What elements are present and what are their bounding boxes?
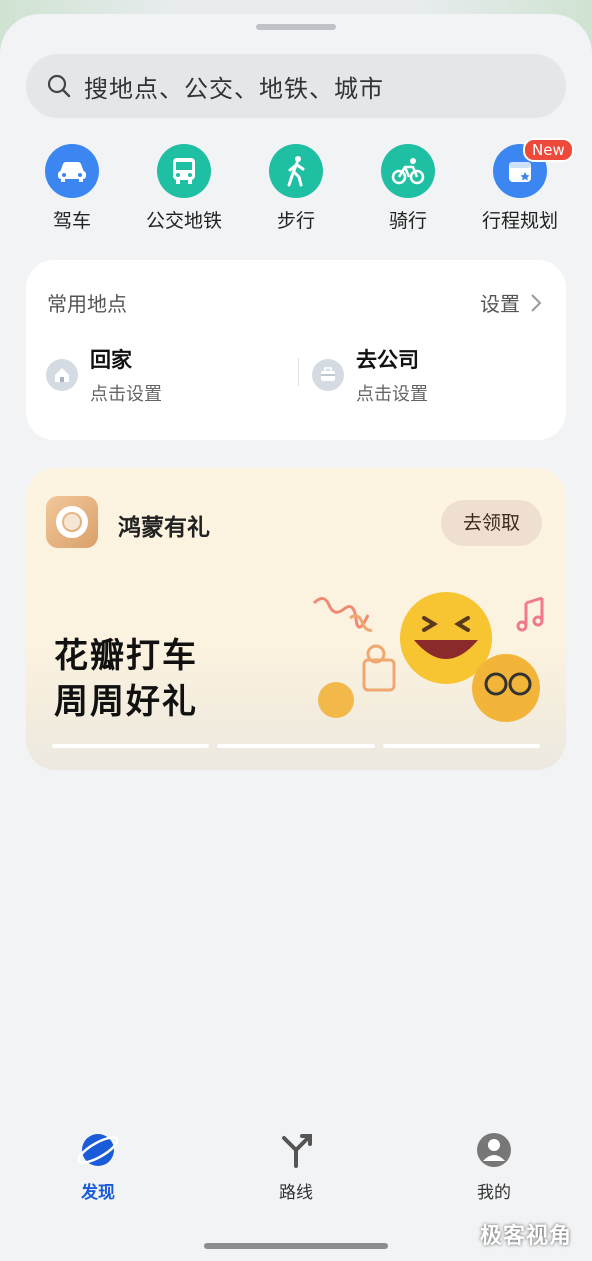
search-placeholder: 搜地点、公交、地铁、城市 [84, 74, 384, 103]
tab-label: 我的 [477, 1183, 511, 1203]
frequent-places-card: 常用地点 设置 回家 点击设置 去公司 点击设置 [26, 260, 566, 440]
bike-icon [381, 144, 435, 198]
harmony-gift-logo [46, 496, 98, 548]
tab-mine[interactable]: 我的 [434, 1130, 554, 1203]
home-indicator[interactable] [204, 1243, 388, 1249]
search-bar[interactable]: 搜地点、公交、地铁、城市 [26, 54, 566, 118]
quick-action-label: 公交地铁 [145, 210, 222, 232]
tab-route[interactable]: 路线 [236, 1130, 356, 1203]
tab-label: 发现 [81, 1183, 115, 1203]
quick-action-bike[interactable]: 骑行 [352, 144, 464, 233]
sheet-grabber[interactable] [256, 24, 336, 30]
new-badge: New [523, 138, 574, 162]
frequent-places-title: 常用地点 [47, 292, 127, 316]
place-home[interactable]: 回家 点击设置 [46, 344, 162, 406]
quick-action-drive[interactable]: 驾车 [16, 144, 128, 233]
places-setting-label: 设置 [480, 292, 520, 316]
place-work-sub: 点击设置 [356, 384, 428, 405]
briefcase-icon [312, 359, 344, 391]
quick-action-trip-plan[interactable]: New 行程规划 [464, 138, 576, 233]
quick-action-label: 步行 [276, 210, 315, 232]
emoji-illustration [312, 592, 544, 722]
quick-action-label: 驾车 [52, 210, 91, 232]
places-setting-link[interactable]: 设置 [480, 288, 542, 317]
place-work-name: 去公司 [356, 348, 419, 372]
quick-action-walk[interactable]: 步行 [240, 144, 352, 233]
quick-actions: 驾车 公交地铁 步行 骑行 New 行程规划 [16, 138, 576, 244]
bottom-sheet: 搜地点、公交、地铁、城市 驾车 公交地铁 步行 骑行 New 行程规划 常用地点… [0, 14, 592, 1261]
home-icon [46, 359, 78, 391]
walk-icon [269, 144, 323, 198]
carousel-dot [217, 744, 375, 748]
chevron-right-icon [531, 293, 542, 312]
place-work[interactable]: 去公司 点击设置 [312, 344, 428, 406]
promo-banner[interactable]: 鸿蒙有礼 去领取 花瓣打车 周周好礼 [26, 468, 566, 770]
watermark-text: 极客视角 [480, 1224, 573, 1249]
carousel-dot [52, 744, 210, 748]
places-divider [298, 358, 299, 386]
bottom-tab-bar: 发现 路线 我的 [0, 1130, 592, 1220]
place-home-name: 回家 [90, 348, 132, 372]
carousel-dot [382, 744, 540, 748]
route-icon [282, 1134, 312, 1168]
search-icon [47, 74, 71, 98]
discover-icon [77, 1134, 119, 1166]
place-home-sub: 点击设置 [90, 384, 162, 405]
quick-action-label: 行程规划 [481, 210, 558, 232]
calendar-icon: New [493, 138, 574, 198]
quick-action-transit[interactable]: 公交地铁 [128, 144, 240, 233]
promo-brand: 鸿蒙有礼 [118, 515, 210, 541]
promo-headline-2: 周周好礼 [54, 682, 198, 722]
car-icon [45, 144, 99, 198]
carousel-indicator [52, 744, 540, 748]
bus-icon [157, 144, 211, 198]
promo-headline-1: 花瓣打车 [54, 636, 198, 676]
claim-button[interactable]: 去领取 [440, 500, 542, 546]
tab-label: 路线 [279, 1183, 313, 1203]
quick-action-label: 骑行 [388, 210, 427, 232]
tab-discover[interactable]: 发现 [38, 1130, 158, 1203]
profile-icon [477, 1133, 511, 1167]
